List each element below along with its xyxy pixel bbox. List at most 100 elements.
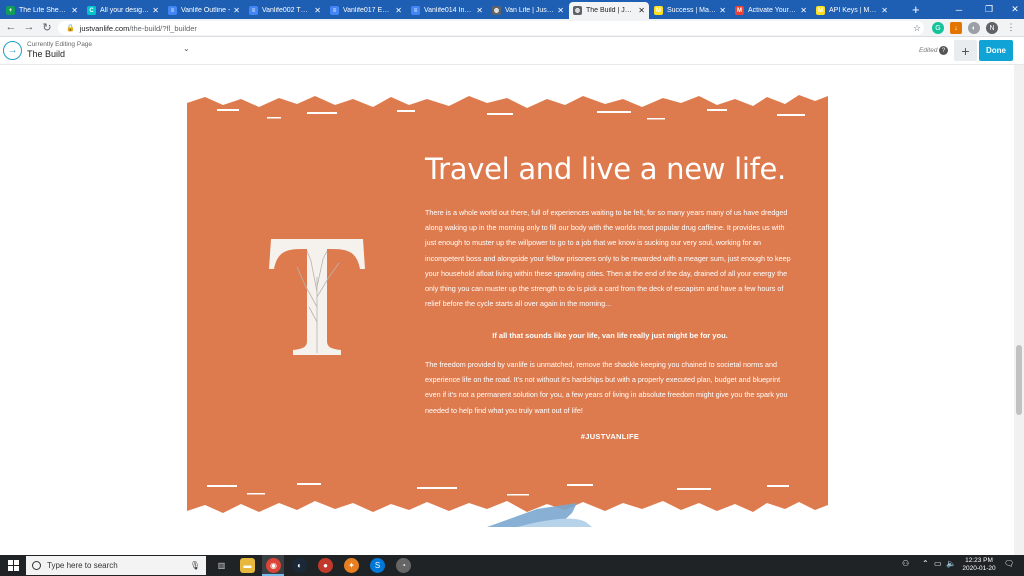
search-icon bbox=[32, 561, 41, 570]
record-app-icon[interactable]: ● bbox=[318, 558, 333, 573]
url-host: justvanlife.com bbox=[79, 23, 130, 33]
docs-icon: ≡ bbox=[330, 6, 339, 15]
browser-tab-strip: + ─ ❐ ✕ +The Life Sheet - G✕CAll your de… bbox=[0, 0, 1024, 19]
close-tab-icon[interactable]: ✕ bbox=[881, 6, 888, 15]
back-icon[interactable]: ← bbox=[4, 20, 18, 34]
mailchimp-icon: M bbox=[816, 6, 825, 15]
canva-icon: C bbox=[87, 6, 96, 15]
browser-tab[interactable]: ≡ Vanlife002 The B ✕ bbox=[245, 2, 325, 19]
tab-label: Activate Your Ma bbox=[748, 7, 798, 14]
clock-time: 12:23 PM bbox=[965, 557, 993, 564]
tab-label: Vanlife017 Exter bbox=[343, 7, 393, 14]
globe-icon: ◍ bbox=[573, 6, 582, 15]
intro-paragraph: There is a whole world out there, full o… bbox=[425, 208, 791, 309]
help-icon[interactable]: ? bbox=[939, 46, 948, 55]
origin-icon[interactable]: ✦ bbox=[344, 558, 359, 573]
browser-tab[interactable]: ≡ Vanlife017 Exter ✕ bbox=[326, 2, 406, 19]
extension-icon[interactable]: ◐ bbox=[968, 22, 980, 34]
editing-page-label: Currently Editing Page bbox=[27, 41, 93, 48]
callout-text: If all that sounds like your life, van l… bbox=[492, 331, 728, 340]
close-tab-icon[interactable]: ✕ bbox=[395, 6, 402, 15]
close-window-icon[interactable]: ✕ bbox=[1000, 0, 1024, 19]
scrollbar-thumb[interactable] bbox=[1016, 345, 1022, 415]
notifications-icon[interactable]: 🗨 bbox=[1004, 559, 1014, 568]
browser-tab[interactable]: M Activate Your Ma ✕ bbox=[731, 2, 811, 19]
new-tab-button[interactable]: + bbox=[912, 2, 920, 17]
close-tab-icon[interactable]: ✕ bbox=[314, 6, 321, 15]
close-tab-icon[interactable]: ✕ bbox=[557, 6, 564, 15]
page-canvas: Travel and live a new life. There is a w… bbox=[0, 65, 1014, 555]
browser-tab[interactable]: ≡ Vanlife Outline - ✕ bbox=[164, 2, 244, 19]
browser-tab[interactable]: ◍ The Build | Just V ✕ bbox=[569, 2, 649, 19]
windows-start-icon[interactable] bbox=[8, 560, 19, 571]
builder-header: → Currently Editing Page The Build ⌄ Edi… bbox=[0, 37, 1024, 65]
profile-avatar[interactable]: N bbox=[986, 22, 998, 34]
browser-tab[interactable]: M API Keys | Mailch ✕ bbox=[812, 2, 892, 19]
bookmark-star-icon[interactable]: ☆ bbox=[910, 21, 924, 35]
app-icon[interactable]: ◔ bbox=[396, 558, 411, 573]
add-content-button[interactable]: + bbox=[954, 40, 977, 61]
tray-chevron-up-icon[interactable]: ⌃ bbox=[922, 559, 929, 568]
browser-tab[interactable]: C All your designs ✕ bbox=[83, 2, 163, 19]
gmail-icon: M bbox=[735, 6, 744, 15]
tab-label: Van Life | Just Va bbox=[505, 7, 555, 14]
menu-kebab-icon[interactable]: ⋮ bbox=[1004, 20, 1018, 34]
download-extension-icon[interactable]: ↓ bbox=[950, 22, 962, 34]
freedom-paragraph: The freedom provided by vanlife is unmat… bbox=[425, 360, 788, 415]
close-tab-icon[interactable]: ✕ bbox=[71, 6, 78, 15]
page-title[interactable]: The Build bbox=[27, 49, 65, 59]
tab-label: API Keys | Mailch bbox=[829, 7, 879, 14]
forward-icon[interactable]: → bbox=[22, 20, 36, 34]
docs-icon: ≡ bbox=[249, 6, 258, 15]
network-icon[interactable]: ▭ bbox=[934, 559, 942, 568]
done-button[interactable]: Done bbox=[979, 40, 1013, 61]
system-clock[interactable]: 12:23 PM 2020-01-20 bbox=[958, 557, 1000, 573]
tab-label: Vanlife Outline - bbox=[181, 7, 231, 14]
microphone-icon[interactable]: 🎙 bbox=[190, 561, 200, 570]
reload-icon[interactable]: ↻ bbox=[40, 20, 54, 34]
chrome-icon[interactable]: ◉ bbox=[266, 558, 281, 573]
close-tab-icon[interactable]: ✕ bbox=[152, 6, 159, 15]
skype-icon[interactable]: S bbox=[370, 558, 385, 573]
browser-tab[interactable]: + The Life Sheet - G✕ bbox=[2, 2, 82, 19]
chevron-down-icon[interactable]: ⌄ bbox=[183, 44, 190, 53]
drop-cap-t-illustration bbox=[269, 239, 365, 355]
tab-label: Vanlife002 The B bbox=[262, 7, 312, 14]
edited-status: Edited bbox=[919, 47, 938, 54]
close-tab-icon[interactable]: ✕ bbox=[476, 6, 483, 15]
tab-label: All your designs bbox=[100, 7, 150, 14]
volume-icon[interactable]: 🔈 bbox=[946, 559, 956, 568]
globe-icon: ◍ bbox=[492, 6, 501, 15]
docs-icon: ≡ bbox=[168, 6, 177, 15]
clock-date: 2020-01-20 bbox=[962, 565, 996, 572]
tab-label: Success | Mailch bbox=[667, 7, 717, 14]
docs-icon: ≡ bbox=[411, 6, 420, 15]
url-path: /the-build/?fl_builder bbox=[129, 23, 197, 33]
browser-tab[interactable]: ≡ Vanlife014 Insula ✕ bbox=[407, 2, 487, 19]
file-explorer-icon[interactable]: ▬ bbox=[240, 558, 255, 573]
torn-edge-top bbox=[187, 87, 828, 120]
close-tab-icon[interactable]: ✕ bbox=[800, 6, 807, 15]
browser-tab[interactable]: M Success | Mailch ✕ bbox=[650, 2, 730, 19]
people-icon[interactable]: ⚇ bbox=[902, 559, 909, 568]
grammarly-extension-icon[interactable]: G bbox=[932, 22, 944, 34]
close-tab-icon[interactable]: ✕ bbox=[233, 6, 240, 15]
address-bar[interactable]: 🔒 justvanlife.com/the-build/?fl_builder bbox=[58, 21, 924, 35]
close-tab-icon[interactable]: ✕ bbox=[719, 6, 726, 15]
windows-taskbar: Type here to search 🎙 ▥ ▬ ◉ ◐ ● ✦ S ◔ ⚇ … bbox=[0, 555, 1024, 576]
browser-toolbar: ← → ↻ 🔒 justvanlife.com/the-build/?fl_bu… bbox=[0, 19, 1024, 37]
task-view-icon[interactable]: ▥ bbox=[214, 558, 229, 573]
tab-label: Vanlife014 Insula bbox=[424, 7, 474, 14]
hashtag-text: #JUSTVANLIFE bbox=[580, 432, 640, 441]
page-scrollbar[interactable] bbox=[1014, 65, 1024, 555]
steam-icon[interactable]: ◐ bbox=[292, 558, 307, 573]
hero-headline: Travel and live a new life. bbox=[425, 152, 786, 186]
lock-icon: 🔒 bbox=[66, 25, 75, 32]
taskbar-search-placeholder: Type here to search bbox=[47, 561, 118, 570]
close-tab-icon[interactable]: ✕ bbox=[638, 6, 645, 15]
minimize-icon[interactable]: ─ bbox=[944, 0, 974, 19]
taskbar-search-input[interactable]: Type here to search 🎙 bbox=[26, 556, 206, 575]
browser-tab[interactable]: ◍ Van Life | Just Va ✕ bbox=[488, 2, 568, 19]
hero-section[interactable]: Travel and live a new life. There is a w… bbox=[187, 87, 828, 527]
builder-logo-icon[interactable]: → bbox=[3, 41, 22, 60]
